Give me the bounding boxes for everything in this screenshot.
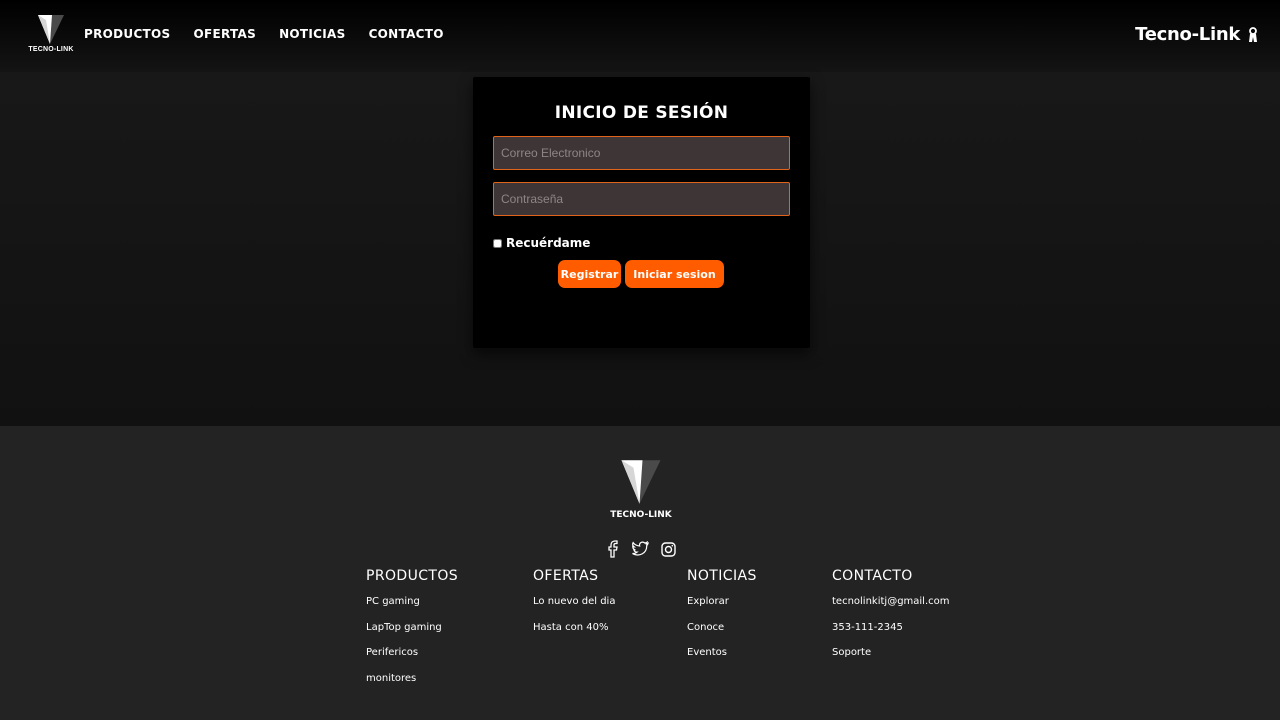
login-card: INICIO DE SESIÓN Recuérdame Registrar In… bbox=[473, 77, 810, 348]
footer-col-title: CONTACTO bbox=[832, 568, 913, 584]
footer-link[interactable]: 353-111-2345 bbox=[832, 620, 950, 646]
password-field[interactable] bbox=[493, 182, 790, 216]
main-nav: PRODUCTOS OFERTAS NOTICIAS CONTACTO bbox=[84, 27, 444, 41]
site-header: TECNO-LINK PRODUCTOS OFERTAS NOTICIAS CO… bbox=[0, 0, 1280, 72]
footer-link[interactable]: PC gaming bbox=[366, 594, 458, 620]
footer-col-ofertas: OFERTAS Lo nuevo del dia Hasta con 40% bbox=[533, 568, 615, 645]
logo-icon bbox=[38, 15, 64, 44]
footer-link[interactable]: Perifericos bbox=[366, 645, 458, 671]
login-title: INICIO DE SESIÓN bbox=[554, 103, 729, 123]
email-field[interactable] bbox=[493, 136, 790, 170]
instagram-icon[interactable] bbox=[660, 540, 677, 558]
footer-link[interactable]: Explorar bbox=[687, 594, 757, 620]
remember-checkbox[interactable] bbox=[493, 238, 502, 248]
main-area: INICIO DE SESIÓN Recuérdame Registrar In… bbox=[0, 72, 1280, 426]
social-links bbox=[604, 540, 677, 558]
remember-me[interactable]: Recuérdame bbox=[493, 236, 590, 250]
register-button[interactable]: Registrar bbox=[558, 260, 621, 288]
footer-link[interactable]: tecnolinkitj@gmail.com bbox=[832, 594, 950, 620]
nav-ofertas[interactable]: OFERTAS bbox=[193, 27, 256, 41]
nav-contacto[interactable]: CONTACTO bbox=[369, 27, 444, 41]
facebook-icon[interactable] bbox=[604, 540, 621, 558]
remember-label: Recuérdame bbox=[506, 236, 591, 250]
footer-col-contacto: CONTACTO tecnolinkitj@gmail.com 353-111-… bbox=[832, 568, 950, 671]
site-footer: TECNO-LINK PRODUCTOS PC gaming LapTop ga… bbox=[0, 426, 1280, 720]
footer-link[interactable]: Conoce bbox=[687, 620, 757, 646]
footer-link[interactable]: Soporte bbox=[832, 645, 950, 671]
twitter-icon[interactable] bbox=[632, 540, 649, 558]
footer-link[interactable]: Lo nuevo del dia bbox=[533, 594, 615, 620]
footer-col-noticias: NOTICIAS Explorar Conoce Eventos bbox=[687, 568, 757, 671]
login-button[interactable]: Iniciar sesion bbox=[625, 260, 724, 288]
footer-col-title: NOTICIAS bbox=[687, 568, 757, 584]
footer-link[interactable]: monitores bbox=[366, 671, 458, 697]
footer-link[interactable]: Eventos bbox=[687, 645, 757, 671]
site-logo[interactable]: TECNO-LINK bbox=[28, 14, 73, 58]
footer-col-title: PRODUCTOS bbox=[366, 568, 459, 584]
logo-icon bbox=[621, 460, 661, 504]
brand: Tecno-Link bbox=[1135, 24, 1258, 45]
footer-logo-text: TECNO-LINK bbox=[610, 510, 672, 520]
brand-name: Tecno-Link bbox=[1135, 24, 1240, 45]
footer-col-productos: PRODUCTOS PC gaming LapTop gaming Perife… bbox=[366, 568, 458, 696]
footer-col-title: OFERTAS bbox=[533, 568, 599, 584]
logo-text: TECNO-LINK bbox=[28, 46, 74, 53]
footer-link[interactable]: LapTop gaming bbox=[366, 620, 458, 646]
nav-productos[interactable]: PRODUCTOS bbox=[84, 27, 170, 41]
nav-noticias[interactable]: NOTICIAS bbox=[279, 27, 346, 41]
user-icon[interactable] bbox=[1248, 26, 1258, 43]
footer-logo: TECNO-LINK bbox=[610, 456, 672, 530]
footer-link[interactable]: Hasta con 40% bbox=[533, 620, 615, 646]
